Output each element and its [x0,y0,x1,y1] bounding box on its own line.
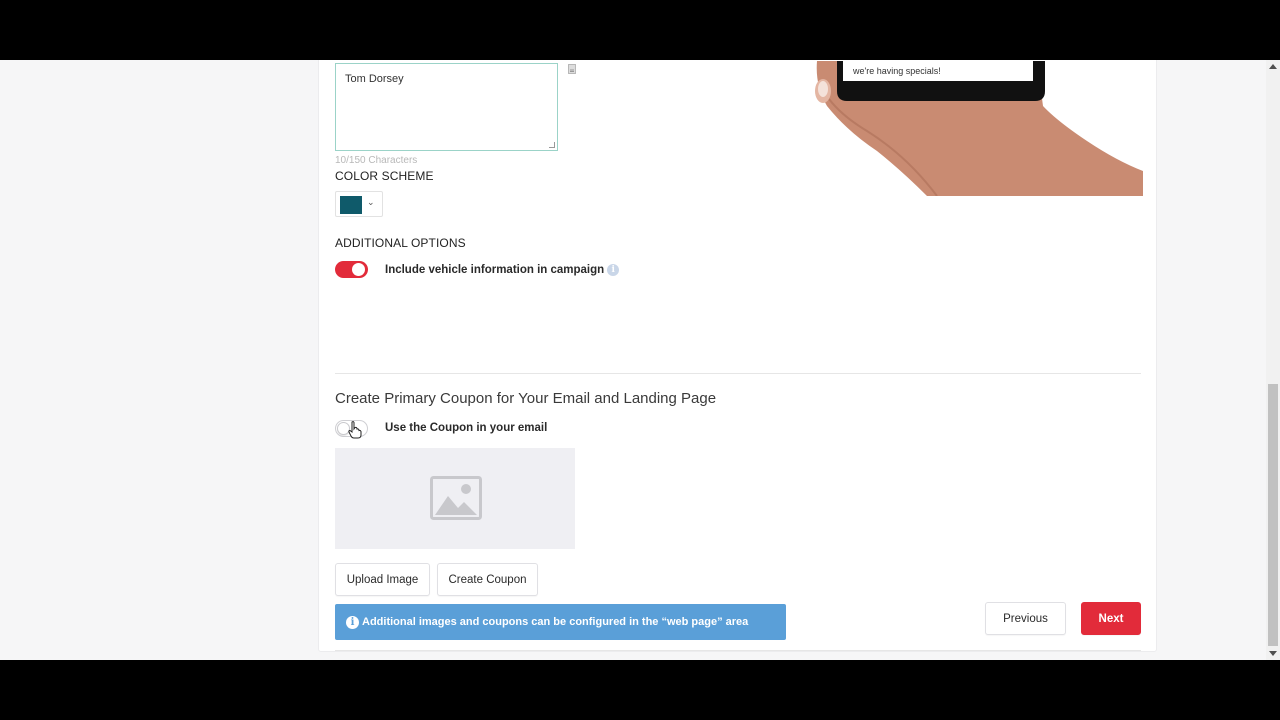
scroll-up-icon[interactable] [1269,64,1277,69]
resize-handle-icon[interactable] [549,142,555,148]
section-divider [335,373,1141,374]
vehicle-info-label: Include vehicle information in campaign [385,264,605,276]
info-icon[interactable]: i [607,264,620,276]
campaign-form-card: Tom Dorsey 10/150 Characters COLOR SCHEM… [318,60,1157,652]
info-alert-text: Additional images and coupons can be con… [362,616,749,628]
color-swatch [340,196,362,214]
previous-button[interactable]: Previous [985,602,1066,635]
info-circle-icon: i [346,615,359,629]
vehicle-info-toggle-text: Include vehicle information in campaign i [385,264,620,276]
toggle-knob [352,263,365,276]
hand-holding-phone-illustration: we're having specials! [807,61,1143,196]
character-count: 10/150 Characters [335,155,418,166]
signature-text: Tom Dorsey [345,73,404,85]
page-scrollbar[interactable] [1266,60,1280,660]
color-scheme-picker[interactable]: ⌄ [335,191,383,217]
document-icon[interactable] [567,64,577,74]
signature-textarea[interactable]: Tom Dorsey [335,63,558,151]
scroll-down-icon[interactable] [1269,651,1277,656]
footer-divider [335,650,1141,651]
info-alert: i Additional images and coupons can be c… [335,604,786,640]
coupon-section-title: Create Primary Coupon for Your Email and… [335,390,717,407]
phone-preview-image: we're having specials! [807,61,1143,196]
chevron-down-icon: ⌄ [367,197,375,207]
use-coupon-label: Use the Coupon in your email [385,422,548,434]
phone-message: we're having specials! [852,66,941,76]
upload-image-button[interactable]: Upload Image [335,563,430,596]
create-coupon-button[interactable]: Create Coupon [437,563,538,596]
hand-cursor-icon [348,421,362,439]
additional-options-label: ADDITIONAL OPTIONS [335,236,466,250]
page-viewport: Tom Dorsey 10/150 Characters COLOR SCHEM… [0,60,1280,660]
color-scheme-label: COLOR SCHEME [335,169,434,183]
vehicle-info-toggle[interactable] [335,261,368,278]
image-icon [430,476,482,520]
scrollbar-thumb[interactable] [1268,384,1278,646]
next-button[interactable]: Next [1081,602,1141,635]
coupon-image-placeholder [335,448,575,549]
